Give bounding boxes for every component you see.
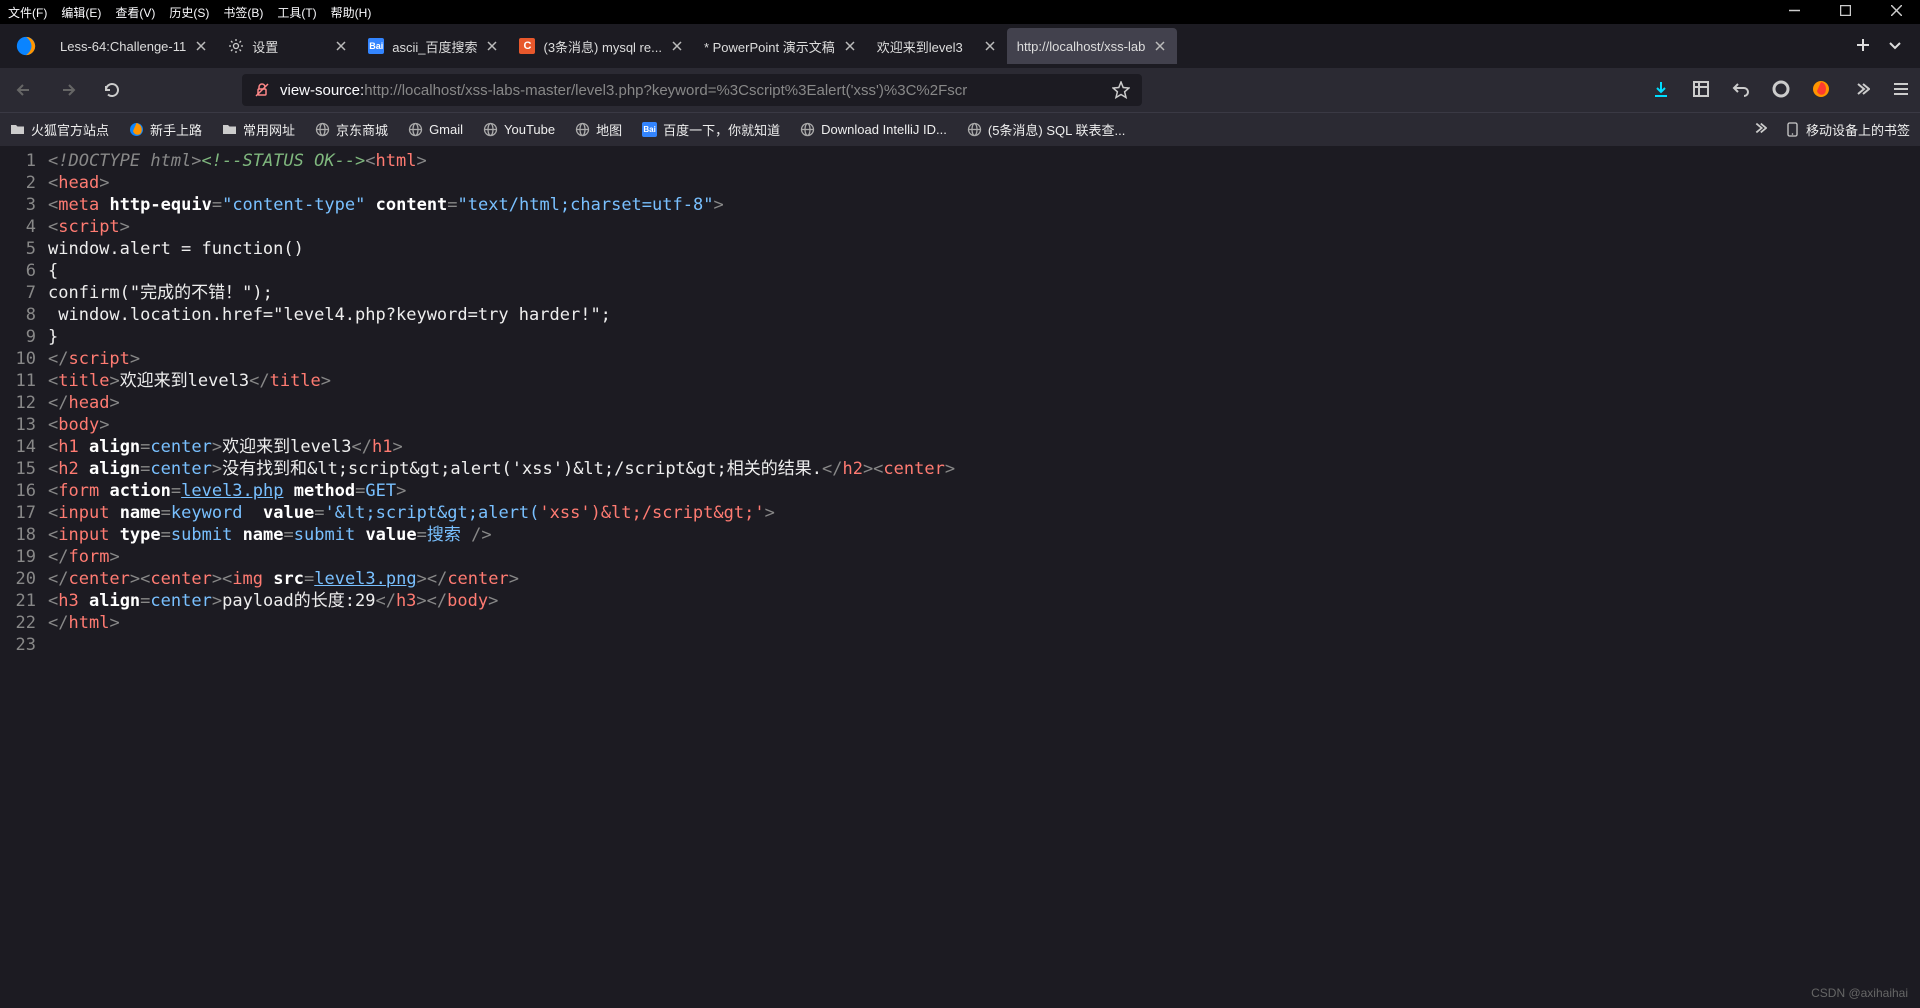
menu-help[interactable]: 帮助(H)	[331, 4, 372, 21]
forward-button[interactable]	[54, 76, 82, 104]
tab-favicon	[228, 38, 244, 54]
tab-0[interactable]: Less-64:Challenge-11	[50, 28, 218, 64]
bookmark-star-icon[interactable]	[1112, 81, 1130, 99]
tab-label: 欢迎来到level3	[877, 37, 975, 56]
tab-favicon: C	[519, 38, 535, 54]
bookmark-2[interactable]: 常用网址	[222, 120, 295, 139]
menu-file[interactable]: 文件(F)	[8, 4, 47, 21]
tab-5[interactable]: 欢迎来到level3	[867, 28, 1007, 64]
screenshot-icon[interactable]	[1692, 80, 1710, 101]
bookmark-5[interactable]: YouTube	[483, 120, 555, 139]
undo-icon[interactable]	[1732, 80, 1750, 101]
bookmark-4[interactable]: Gmail	[408, 120, 463, 139]
bookmark-7[interactable]: Bai百度一下，你就知道	[642, 120, 780, 139]
bookmark-overflow-icon[interactable]	[1751, 120, 1767, 139]
tab-label: 设置	[252, 37, 326, 56]
tab-favicon: Bai	[368, 38, 384, 54]
close-icon[interactable]	[1153, 39, 1167, 53]
download-icon[interactable]	[1652, 80, 1670, 101]
url-text: view-source:http://localhost/xss-labs-ma…	[280, 82, 1102, 99]
bookmark-1[interactable]: 新手上路	[129, 120, 202, 139]
menu-history[interactable]: 历史(S)	[169, 4, 209, 21]
bookmark-6[interactable]: 地图	[575, 120, 622, 139]
circle-icon[interactable]	[1772, 80, 1790, 101]
overflow-icon[interactable]	[1852, 80, 1870, 101]
tab-bar: Less-64:Challenge-11 设置 Bai ascii_百度搜索 C (3条消…	[0, 24, 1920, 68]
close-icon[interactable]	[485, 39, 499, 53]
firefox-icon	[12, 32, 40, 60]
new-tab-button[interactable]	[1856, 38, 1870, 55]
hamburger-icon[interactable]	[1892, 80, 1910, 101]
tab-label: (3条消息) mysql re...	[543, 37, 661, 56]
menu-view[interactable]: 查看(V)	[115, 4, 155, 21]
tab-1[interactable]: 设置	[218, 28, 358, 64]
bookmark-0[interactable]: 火狐官方站点	[10, 120, 109, 139]
nav-bar: view-source:http://localhost/xss-labs-ma…	[0, 68, 1920, 112]
extension-icon[interactable]	[1812, 80, 1830, 101]
source-view[interactable]: 1<!DOCTYPE html><!--STATUS OK--><html> 2…	[0, 146, 1920, 1008]
menu-bookmarks[interactable]: 书签(B)	[223, 4, 263, 21]
close-icon[interactable]	[334, 39, 348, 53]
tab-label: * PowerPoint 演示文稿	[704, 37, 835, 56]
close-icon[interactable]	[983, 39, 997, 53]
tab-label: Less-64:Challenge-11	[60, 39, 186, 54]
menu-bar: 文件(F) 编辑(E) 查看(V) 历史(S) 书签(B) 工具(T) 帮助(H…	[0, 0, 1920, 24]
close-icon[interactable]	[843, 39, 857, 53]
reload-button[interactable]	[98, 76, 126, 104]
lock-slash-icon	[254, 82, 270, 98]
tab-label: ascii_百度搜索	[392, 37, 477, 56]
tab-6[interactable]: http://localhost/xss-lab	[1007, 28, 1178, 64]
tab-list-button[interactable]	[1888, 38, 1902, 55]
bookmark-9[interactable]: (5条消息) SQL 联表查...	[967, 120, 1125, 139]
maximize-button[interactable]	[1840, 5, 1851, 19]
tab-4[interactable]: * PowerPoint 演示文稿	[694, 28, 867, 64]
close-icon[interactable]	[670, 39, 684, 53]
tab-label: http://localhost/xss-lab	[1017, 39, 1146, 54]
watermark: CSDN @axihaihai	[1811, 986, 1908, 1000]
url-bar[interactable]: view-source:http://localhost/xss-labs-ma…	[242, 74, 1142, 106]
close-button[interactable]	[1891, 5, 1902, 19]
mobile-bookmarks[interactable]: 移动设备上的书签	[1785, 120, 1910, 139]
tab-3[interactable]: C (3条消息) mysql re...	[509, 28, 693, 64]
back-button[interactable]	[10, 76, 38, 104]
menu-edit[interactable]: 编辑(E)	[61, 4, 101, 21]
bookmark-bar: 火狐官方站点 新手上路 常用网址 京东商城 Gmail YouTube 地图 Bai百度一下，…	[0, 112, 1920, 146]
bookmark-3[interactable]: 京东商城	[315, 120, 388, 139]
minimize-button[interactable]	[1789, 5, 1800, 19]
bookmark-8[interactable]: Download IntelliJ ID...	[800, 120, 947, 139]
close-icon[interactable]	[194, 39, 208, 53]
tab-2[interactable]: Bai ascii_百度搜索	[358, 28, 509, 64]
menu-tools[interactable]: 工具(T)	[277, 4, 316, 21]
